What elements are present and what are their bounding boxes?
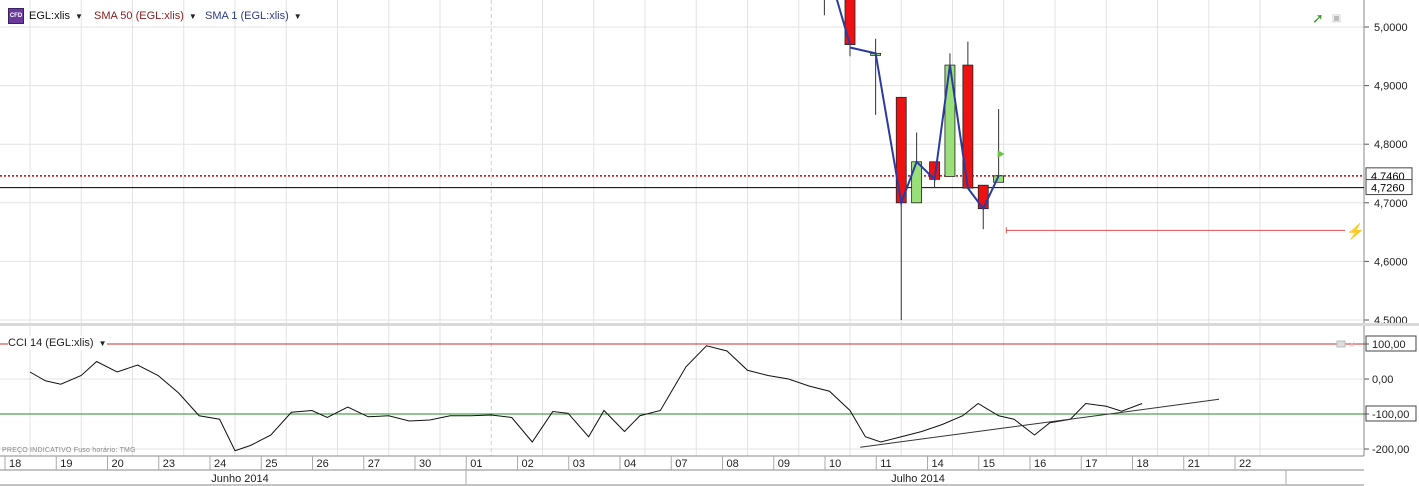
footer-note: PREÇO INDICATIVO Fuso horário: TMG <box>2 447 136 454</box>
chevron-down-icon[interactable]: ▼ <box>189 12 197 21</box>
instrument-legend[interactable]: CFD EGL:xlis ▼ <box>8 8 83 24</box>
cci-panel-close-icon: × <box>1349 340 1355 351</box>
month-label: Junho 2014 <box>211 473 269 485</box>
date-tick-label: 24 <box>214 458 226 470</box>
price-tick-label: 4,7000 <box>1374 198 1408 210</box>
date-tick-label: 30 <box>419 458 431 470</box>
price-tick-label: 4,8000 <box>1374 139 1408 151</box>
date-tick-label: 18 <box>9 458 21 470</box>
date-tick-label: 19 <box>60 458 72 470</box>
panel-separator <box>0 323 1419 326</box>
reference-price-label: 4,7260 <box>1371 183 1405 195</box>
chart-tools: ➚ ▣ <box>1312 10 1341 27</box>
trend-up-icon[interactable]: ➚ <box>1312 10 1324 27</box>
cci-group <box>29 345 1220 452</box>
date-tick-label: 22 <box>1239 458 1251 470</box>
chevron-down-icon[interactable]: ▼ <box>99 339 107 348</box>
sma50-label[interactable]: SMA 50 (EGL:xlis) <box>94 10 184 22</box>
price-tick-label: 4,9000 <box>1374 81 1408 93</box>
price-tick-label: 4,6000 <box>1374 256 1408 268</box>
date-tick-label: 16 <box>1034 458 1046 470</box>
date-tick-label: 26 <box>317 458 329 470</box>
date-tick-label: 01 <box>470 458 482 470</box>
cfd-icon: CFD <box>8 8 24 24</box>
chart-canvas[interactable]: 4,50004,60004,70004,80004,90005,0000⚡4,7… <box>0 0 1419 486</box>
cci-tick-label: 0,00 <box>1372 374 1393 386</box>
candles-group <box>823 0 1005 320</box>
date-tick-label: 27 <box>368 458 380 470</box>
candle-body <box>911 161 923 204</box>
date-tick-label: 04 <box>624 458 636 470</box>
cci-tick-label: 100,00 <box>1372 339 1406 351</box>
cci-line <box>29 345 1143 452</box>
date-tick-label: 17 <box>1085 458 1097 470</box>
cci-tick-label: -100,00 <box>1372 409 1409 421</box>
cci-panel-maximize-icon <box>1336 340 1346 348</box>
cci-label[interactable]: CCI 14 (EGL:xlis) <box>8 337 94 349</box>
price-tick-label: 5,0000 <box>1374 22 1408 34</box>
sma1-label[interactable]: SMA 1 (EGL:xlis) <box>205 10 289 22</box>
date-tick-label: 02 <box>522 458 534 470</box>
date-tick-label: 09 <box>778 458 790 470</box>
date-tick-label: 20 <box>112 458 124 470</box>
candle-body <box>944 64 956 177</box>
sma50-legend[interactable]: SMA 50 (EGL:xlis) ▼ <box>94 8 197 24</box>
date-tick-label: 14 <box>932 458 944 470</box>
sma1-legend[interactable]: SMA 1 (EGL:xlis) ▼ <box>205 8 302 24</box>
sma1-line <box>849 46 1000 211</box>
date-tick-label: 25 <box>265 458 277 470</box>
date-tick-label: 03 <box>573 458 585 470</box>
chevron-down-icon[interactable]: ▼ <box>294 12 302 21</box>
date-tick-label: 07 <box>675 458 687 470</box>
target-flag-icon: ⚡ <box>1346 222 1365 240</box>
month-label: Julho 2014 <box>891 473 945 485</box>
date-tick-label: 23 <box>163 458 175 470</box>
cci-trendline <box>860 398 1220 448</box>
chevron-down-icon[interactable]: ▼ <box>75 12 83 21</box>
instrument-label[interactable]: EGL:xlis <box>29 10 70 22</box>
date-tick-label: 18 <box>1137 458 1149 470</box>
date-tick-label: 08 <box>727 458 739 470</box>
cci-legend[interactable]: CCI 14 (EGL:xlis) ▼ <box>8 336 107 350</box>
date-tick-label: 11 <box>880 458 891 470</box>
window-icon[interactable]: ▣ <box>1332 13 1341 24</box>
date-tick-label: 10 <box>829 458 841 470</box>
date-tick-label: 21 <box>1188 458 1200 470</box>
cci-tick-label: -200,00 <box>1372 444 1409 456</box>
date-tick-label: 15 <box>983 458 995 470</box>
candle-body <box>844 0 856 45</box>
